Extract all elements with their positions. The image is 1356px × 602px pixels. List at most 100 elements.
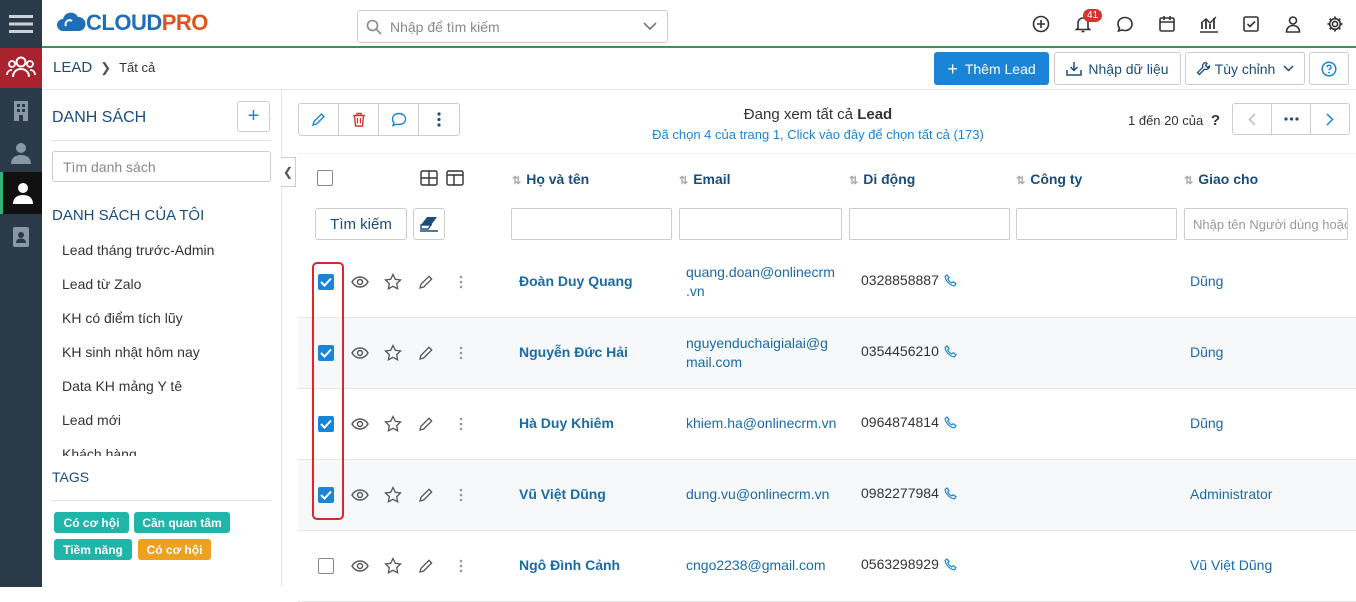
filter-mobile-input[interactable] [849, 208, 1010, 240]
filter-assigned-input[interactable]: Nhập tên Người dùng hoặc nhóm [1184, 208, 1348, 240]
phone-icon[interactable] [944, 486, 957, 500]
table-row[interactable]: Đoàn Duy Quang quang.doan@onlinecrm .vn 0… [298, 247, 1356, 318]
tag-chip[interactable]: Cần quan tâm [134, 512, 230, 533]
star-icon[interactable] [383, 556, 403, 576]
lead-name-link[interactable]: Đoàn Duy Quang [519, 273, 633, 289]
import-data-button[interactable]: Nhập dữ liệu [1054, 52, 1181, 85]
search-button[interactable]: Tìm kiếm [315, 208, 407, 240]
lead-name-link[interactable]: Ngô Đình Cảnh [519, 557, 620, 573]
star-icon[interactable] [383, 485, 403, 505]
tag-chip[interactable]: Có cơ hội [138, 539, 211, 560]
eye-icon[interactable] [350, 485, 370, 505]
filter-company-input[interactable] [1016, 208, 1177, 240]
more-vertical-icon[interactable] [419, 104, 459, 135]
more-vertical-icon[interactable] [451, 556, 471, 576]
column-header-assigned[interactable]: ⇅ Giao cho [1184, 171, 1258, 187]
table-row[interactable]: Hà Duy Khiêm khiem.ha@onlinecrm.vn 09648… [298, 389, 1356, 460]
eye-icon[interactable] [350, 272, 370, 292]
lead-email-link[interactable]: nguyenduchaigialai@g mail.com [686, 334, 846, 372]
bell-icon[interactable]: 41 [1062, 0, 1104, 48]
list-item[interactable]: Data KH mảng Y tê [62, 374, 272, 408]
report-chart-icon[interactable] [1188, 0, 1230, 48]
chat-icon[interactable] [1104, 0, 1146, 48]
calendar-icon[interactable] [1146, 0, 1188, 48]
lead-email-link[interactable]: khiem.ha@onlinecrm.vn [686, 414, 846, 433]
edit-pencil-icon[interactable] [299, 104, 339, 135]
leads-module-icon[interactable] [0, 48, 42, 88]
global-search[interactable]: Nhập để tìm kiếm [357, 10, 668, 43]
column-header-email[interactable]: ⇅ Email [679, 171, 731, 187]
tag-chip[interactable]: Có cơ hội [54, 512, 129, 533]
help-button[interactable] [1309, 52, 1349, 85]
list-item[interactable]: KH có điểm tích lũy [62, 306, 272, 340]
table-row[interactable]: Nguyễn Đức Hải nguyenduchaigialai@g mail.… [298, 318, 1356, 389]
lead-assigned-link[interactable]: Dũng [1190, 273, 1223, 289]
edit-pencil-icon[interactable] [416, 272, 436, 292]
edit-pencil-icon[interactable] [416, 343, 436, 363]
list-item[interactable]: Khách hàng [62, 442, 272, 456]
add-circle-icon[interactable] [1020, 0, 1062, 48]
edit-pencil-icon[interactable] [416, 414, 436, 434]
lead-email-link[interactable]: dung.vu@onlinecrm.vn [686, 485, 846, 504]
select-all-checkbox[interactable] [317, 170, 333, 186]
lead-email-link[interactable]: quang.doan@onlinecrm .vn [686, 263, 846, 301]
comment-icon[interactable] [379, 104, 419, 135]
lead-assigned-link[interactable]: Dũng [1190, 415, 1223, 431]
lead-assigned-link[interactable]: Vũ Việt Dũng [1190, 557, 1272, 573]
phone-icon[interactable] [944, 273, 957, 287]
table-row[interactable]: Vũ Việt Dũng dung.vu@onlinecrm.vn 098227… [298, 460, 1356, 531]
lead-name-link[interactable]: Nguyễn Đức Hải [519, 344, 628, 360]
list-item[interactable]: KH sinh nhật hôm nay [62, 340, 272, 374]
eye-icon[interactable] [350, 414, 370, 434]
star-icon[interactable] [383, 343, 403, 363]
task-check-icon[interactable] [1230, 0, 1272, 48]
eye-icon[interactable] [350, 343, 370, 363]
customize-button[interactable]: Tùy chỉnh [1185, 52, 1305, 85]
select-all-link[interactable]: Đã chọn 4 của trang 1, Click vào đây để … [583, 127, 1053, 142]
tag-chip[interactable]: Tiềm năng [54, 539, 132, 560]
more-vertical-icon[interactable] [451, 343, 471, 363]
cloudpro-logo[interactable]: CLOUDPRO [56, 10, 208, 36]
user-profile-icon[interactable] [1272, 0, 1314, 48]
row-checkbox[interactable] [318, 558, 334, 574]
more-vertical-icon[interactable] [451, 272, 471, 292]
phone-icon[interactable] [944, 557, 957, 571]
list-search-input[interactable]: Tìm danh sách [52, 151, 271, 182]
column-header-name[interactable]: ⇅ Họ và tên [512, 171, 589, 187]
eraser-icon[interactable] [413, 208, 445, 240]
lead-email-link[interactable]: cngo2238@gmail.com [686, 556, 846, 575]
column-header-mobile[interactable]: ⇅ Di động [849, 171, 915, 187]
chevron-down-icon[interactable] [643, 22, 657, 31]
column-header-company[interactable]: ⇅ Công ty [1016, 171, 1082, 187]
table-row[interactable]: Ngô Đình Cảnh cngo2238@gmail.com 0563298… [298, 531, 1356, 602]
lead-assigned-link[interactable]: Administrator [1190, 486, 1272, 502]
user-module-icon[interactable] [0, 172, 42, 214]
contact-card-icon[interactable] [0, 222, 42, 252]
filter-name-input[interactable] [511, 208, 672, 240]
star-icon[interactable] [383, 414, 403, 434]
add-lead-button[interactable]: + Thêm Lead [934, 52, 1049, 85]
filter-email-input[interactable] [679, 208, 842, 240]
list-item[interactable]: Lead mới [62, 408, 272, 442]
columns-view-icon[interactable] [445, 168, 465, 188]
add-list-button[interactable]: + [237, 101, 270, 132]
settings-gear-icon[interactable] [1314, 0, 1356, 48]
menu-icon[interactable] [0, 0, 42, 48]
eye-icon[interactable] [350, 556, 370, 576]
grid-view-icon[interactable] [419, 168, 439, 188]
list-item[interactable]: Lead từ Zalo [62, 272, 272, 306]
building-icon[interactable] [0, 96, 42, 126]
more-horizontal-icon[interactable] [1272, 104, 1311, 134]
phone-icon[interactable] [944, 415, 957, 429]
lead-assigned-link[interactable]: Dũng [1190, 344, 1223, 360]
lead-name-link[interactable]: Vũ Việt Dũng [519, 486, 606, 502]
next-page-icon[interactable] [1311, 104, 1349, 134]
list-item[interactable]: Lead tháng trước-Admin [62, 238, 272, 272]
star-icon[interactable] [383, 272, 403, 292]
more-vertical-icon[interactable] [451, 485, 471, 505]
lead-name-link[interactable]: Hà Duy Khiêm [519, 415, 614, 431]
edit-pencil-icon[interactable] [416, 485, 436, 505]
prev-page-icon[interactable] [1233, 104, 1272, 134]
page-count-help[interactable]: ? [1211, 112, 1220, 129]
breadcrumb-module[interactable]: LEAD [53, 59, 92, 76]
